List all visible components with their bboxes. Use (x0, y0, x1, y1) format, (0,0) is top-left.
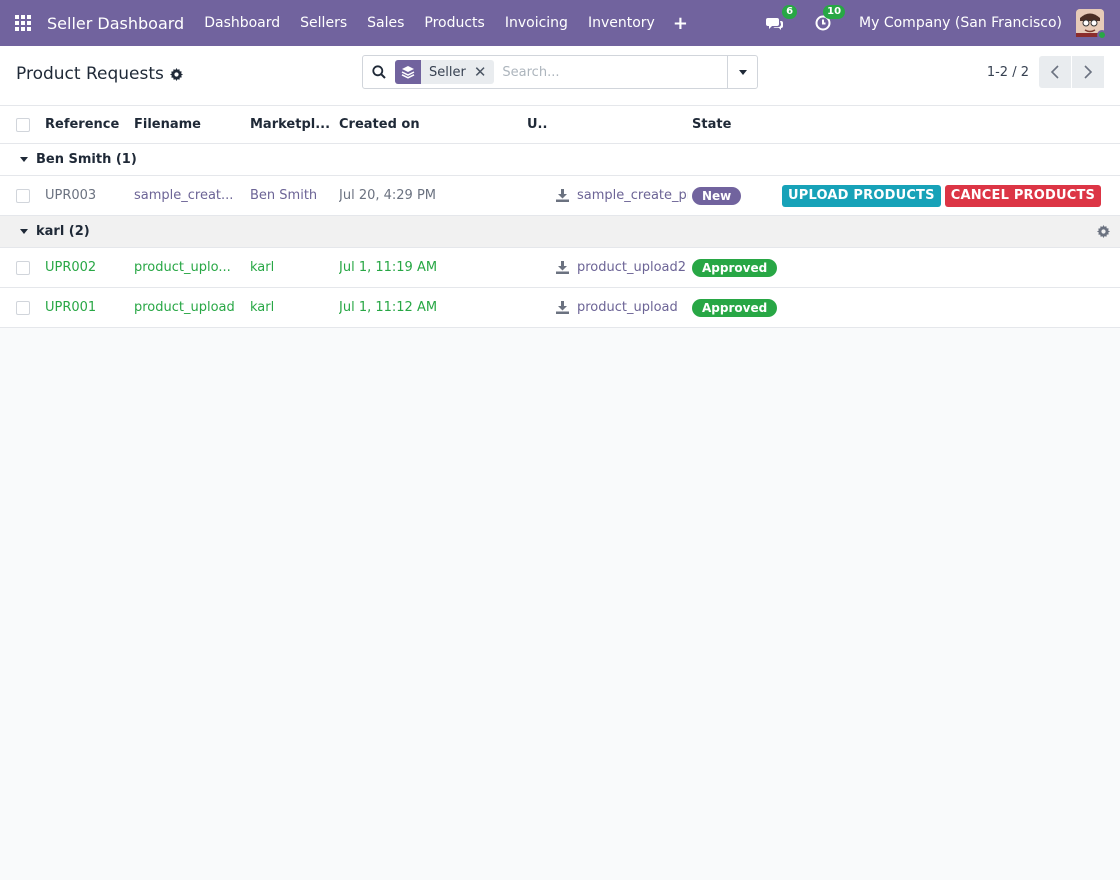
messages-button[interactable]: 6 (763, 5, 798, 35)
pager-next-button[interactable] (1072, 56, 1104, 88)
row-checkbox[interactable] (16, 300, 30, 315)
state-badge: Approved (692, 258, 778, 277)
apps-menu-button[interactable] (0, 0, 46, 46)
select-all-checkbox[interactable] (16, 117, 30, 132)
column-reference[interactable]: Reference (45, 106, 119, 143)
gear-icon[interactable] (169, 67, 183, 81)
top-navbar: Seller Dashboard Dashboard Sellers Sales… (0, 0, 1120, 46)
state-badge: Approved (692, 298, 778, 317)
group-row-ben-smith[interactable]: Ben Smith (1) (0, 144, 1120, 176)
menu-inventory[interactable]: Inventory (578, 15, 665, 31)
main-menu: Dashboard Sellers Sales Products Invoici… (194, 13, 696, 34)
cell-file-download[interactable]: sample_create_pr (556, 176, 688, 215)
group-label: Ben Smith (1) (36, 152, 137, 167)
cell-marketplace: Ben Smith (250, 188, 318, 203)
menu-sales[interactable]: Sales (357, 15, 414, 31)
add-menu-icon[interactable]: + (665, 13, 696, 34)
row-checkbox[interactable] (16, 188, 30, 203)
activities-count-badge: 10 (823, 5, 846, 19)
search-icon[interactable] (363, 65, 395, 79)
column-created-on[interactable]: Created on (339, 106, 420, 143)
group-label: karl (2) (36, 224, 90, 239)
cell-reference: UPR002 (45, 260, 97, 275)
column-filename[interactable]: Filename (134, 106, 201, 143)
caret-down-icon (738, 69, 747, 75)
user-avatar[interactable] (1076, 9, 1107, 40)
column-upload[interactable]: U.. (527, 106, 547, 143)
row-checkbox-cell (16, 288, 30, 327)
search-options-toggle[interactable] (727, 56, 757, 88)
cell-actions: UPLOAD PRODUCTS CANCEL PRODUCTS (782, 176, 1102, 215)
cell-created-on: Jul 20, 4:29 PM (339, 188, 437, 203)
cell-reference: UPR003 (45, 188, 97, 203)
app-brand[interactable]: Seller Dashboard (47, 14, 184, 33)
search-bar: Seller ✕ (362, 55, 758, 89)
menu-invoicing[interactable]: Invoicing (495, 15, 578, 31)
systray: 6 10 My Company (San Francisco) (753, 0, 1120, 46)
cell-marketplace: karl (250, 300, 275, 315)
list-view: Reference Filename Marketpl... Created o… (0, 106, 1120, 328)
messages-count-badge: 6 (782, 5, 798, 19)
online-status-dot (1097, 30, 1107, 40)
menu-dashboard[interactable]: Dashboard (194, 15, 290, 31)
page-title-text: Product Requests (16, 64, 164, 84)
chevron-left-icon (1050, 65, 1059, 79)
pager-previous-button[interactable] (1039, 56, 1071, 88)
group-row-karl[interactable]: karl (2) (0, 216, 1120, 248)
pager: 1-2 / 2 (987, 56, 1104, 88)
apps-grid-icon (15, 15, 31, 31)
control-panel: Product Requests Seller ✕ Search... 1-2 … (0, 46, 1120, 106)
cell-state: New (692, 176, 742, 215)
menu-products[interactable]: Products (414, 15, 494, 31)
file-name: product_upload2 (577, 260, 687, 275)
close-icon[interactable]: ✕ (472, 63, 495, 81)
activities-button[interactable]: 10 (811, 5, 846, 35)
cell-state: Approved (692, 288, 778, 327)
file-name: sample_create_pr (577, 188, 688, 203)
column-marketplace[interactable]: Marketpl... (250, 106, 330, 143)
search-input[interactable] (502, 64, 727, 80)
table-header: Reference Filename Marketpl... Created o… (0, 106, 1120, 144)
select-all-checkbox-cell (16, 106, 30, 143)
table-row[interactable]: UPR002 product_uplo... karl Jul 1, 11:19… (0, 248, 1120, 288)
cell-filename: sample_creat... (134, 188, 234, 203)
cell-file-download[interactable]: product_upload2 (556, 248, 688, 287)
download-icon (556, 189, 569, 202)
row-checkbox[interactable] (16, 260, 30, 275)
facet-label: Seller (429, 64, 466, 80)
row-checkbox-cell (16, 176, 30, 215)
column-state[interactable]: State (692, 106, 731, 143)
company-switcher[interactable]: My Company (San Francisco) (859, 15, 1062, 31)
chevron-right-icon (1084, 65, 1093, 79)
page-title: Product Requests (16, 64, 183, 84)
cancel-products-button[interactable]: CANCEL PRODUCTS (944, 184, 1102, 207)
group-toggle[interactable]: karl (2) (20, 216, 90, 247)
cell-created-on: Jul 1, 11:19 AM (339, 260, 438, 275)
table-row[interactable]: UPR001 product_upload karl Jul 1, 11:12 … (0, 288, 1120, 328)
layers-icon (395, 60, 421, 84)
group-settings-button[interactable] (1097, 216, 1110, 247)
download-icon (556, 301, 569, 314)
search-facet-seller: Seller ✕ (395, 60, 495, 84)
state-badge: New (692, 186, 742, 205)
chat-icon (766, 18, 784, 30)
cell-filename: product_upload (134, 300, 235, 315)
cell-created-on: Jul 1, 11:12 AM (339, 300, 438, 315)
pager-value[interactable]: 1-2 / 2 (987, 65, 1029, 80)
cell-state: Approved (692, 248, 778, 287)
file-name: product_upload (577, 300, 678, 315)
caret-down-icon (20, 229, 28, 234)
cell-marketplace: karl (250, 260, 275, 275)
cell-file-download[interactable]: product_upload (556, 288, 688, 327)
gear-icon (1097, 225, 1110, 238)
group-toggle[interactable]: Ben Smith (1) (20, 144, 137, 175)
upload-products-button[interactable]: UPLOAD PRODUCTS (782, 184, 941, 207)
row-checkbox-cell (16, 248, 30, 287)
caret-down-icon (20, 157, 28, 162)
download-icon (556, 261, 569, 274)
cell-reference: UPR001 (45, 300, 97, 315)
table-row[interactable]: UPR003 sample_creat... Ben Smith Jul 20,… (0, 176, 1120, 216)
menu-sellers[interactable]: Sellers (290, 15, 357, 31)
cell-filename: product_uplo... (134, 260, 231, 275)
